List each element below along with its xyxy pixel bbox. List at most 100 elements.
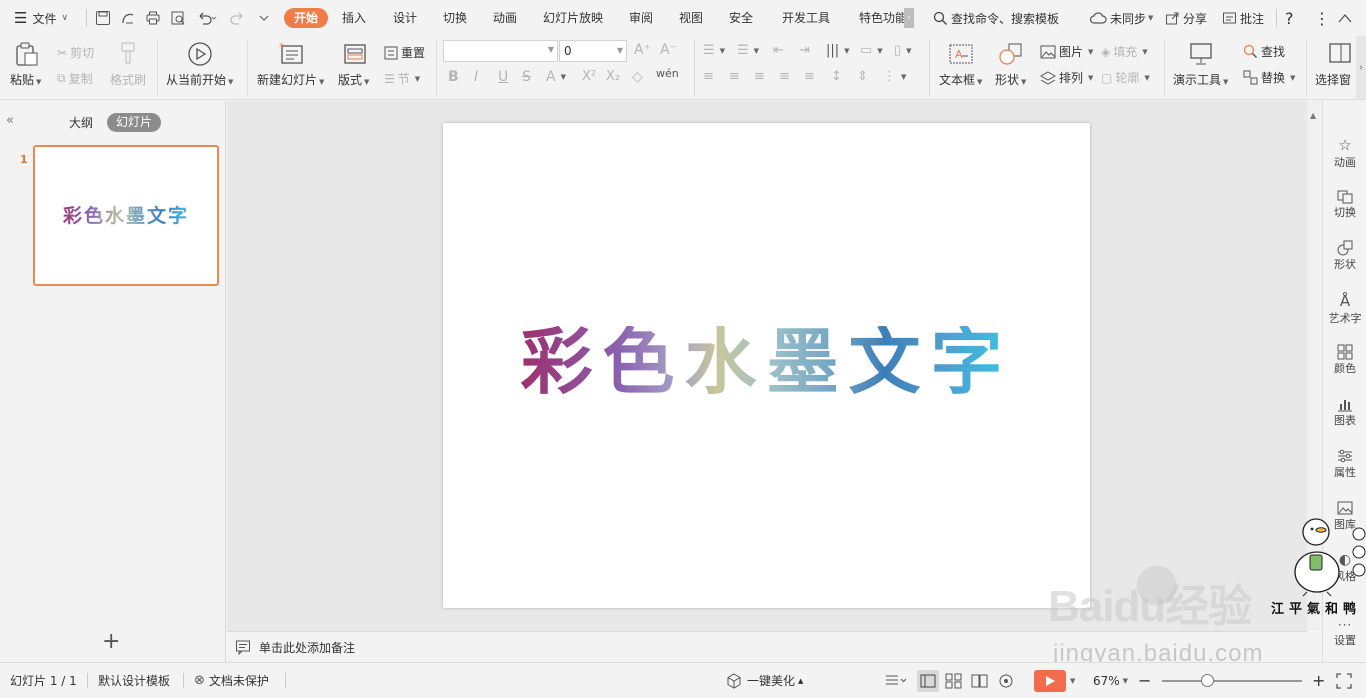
slide-sorter-icon[interactable] — [945, 663, 963, 698]
template-name[interactable]: 默认设计模板 — [98, 663, 170, 698]
print-icon[interactable] — [145, 0, 161, 36]
tab-home[interactable]: 开始 — [284, 8, 329, 28]
tab-transition[interactable]: 切换 — [443, 8, 467, 28]
decrease-indent-icon[interactable]: ⇤ — [773, 43, 784, 58]
more-icon[interactable]: ⋮ — [1314, 0, 1330, 36]
arrange-button[interactable]: 排列 ▼ — [1040, 69, 1093, 86]
layout-button[interactable]: 版式 ▼ — [338, 41, 369, 88]
sidebar-animation[interactable]: ☆ 动画 — [1323, 136, 1366, 170]
fill-button[interactable]: ◈ 填充 ▼ — [1101, 43, 1148, 60]
align-left-icon[interactable]: ≡ — [703, 69, 714, 84]
sidebar-wordart[interactable]: Å 艺术字 — [1323, 292, 1366, 326]
collapse-ribbon-icon[interactable] — [1338, 0, 1352, 36]
align-text-icon[interactable]: ▭ ▼ — [860, 43, 883, 58]
increase-font-icon[interactable]: A⁺ — [634, 42, 651, 58]
subscript-icon[interactable]: X₂ — [606, 69, 620, 84]
sidebar-settings[interactable]: ··· 设置 — [1323, 618, 1366, 648]
textbox-button[interactable]: A 文本框 ▼ — [939, 41, 982, 88]
section-button[interactable]: ☰ 节 ▼ — [384, 70, 420, 87]
italic-icon[interactable]: I — [474, 69, 478, 85]
reading-view-icon[interactable] — [971, 663, 989, 698]
superscript-icon[interactable]: X² — [582, 69, 596, 84]
redo-icon[interactable] — [230, 0, 246, 36]
zoom-slider[interactable] — [1162, 674, 1302, 687]
numbered-list-icon[interactable]: ☰ ▼ — [737, 43, 759, 58]
scroll-up-icon[interactable]: ▲ — [1310, 111, 1316, 120]
outline-button[interactable]: ▢ 轮廓 ▼ — [1101, 69, 1150, 86]
zoom-level[interactable]: 67% ▼ — [1093, 663, 1128, 698]
decrease-font-icon[interactable]: A⁻ — [660, 42, 677, 58]
columns-icon[interactable]: ▯ ▼ — [894, 43, 912, 58]
help-icon[interactable]: ? — [1285, 0, 1294, 36]
zoom-in-icon[interactable]: + — [1312, 663, 1325, 698]
increase-indent-icon[interactable]: ⇥ — [799, 43, 810, 58]
align-right-icon[interactable]: ≡ — [754, 69, 765, 84]
underline-icon[interactable]: U — [498, 69, 508, 85]
notes-toggle-icon[interactable] — [885, 663, 907, 698]
slide-canvas[interactable]: 彩色水墨文字 — [443, 123, 1090, 608]
file-menu[interactable]: ☰ 文件 ∨ — [14, 0, 68, 36]
tab-scroll-right-icon[interactable]: › — [904, 8, 914, 28]
customize-toolbar-icon[interactable] — [258, 0, 270, 36]
bold-icon[interactable]: B — [448, 69, 459, 85]
comment-button[interactable]: 批注 — [1222, 0, 1264, 36]
tab-outline[interactable]: 大纲 — [69, 114, 93, 131]
sidebar-properties[interactable]: 属性 — [1323, 448, 1366, 480]
slide-thumbnail[interactable]: 彩色水墨文字 — [33, 145, 219, 286]
zoom-out-icon[interactable]: − — [1138, 663, 1151, 698]
sidebar-color[interactable]: 颜色 — [1323, 344, 1366, 376]
phonetic-icon[interactable]: wén — [656, 67, 679, 80]
normal-view-icon[interactable] — [917, 663, 939, 698]
tab-slides[interactable]: 幻灯片 — [107, 113, 162, 132]
tab-review[interactable]: 审阅 — [629, 8, 653, 28]
paste-button[interactable]: 粘贴 ▼ — [10, 41, 41, 88]
tab-special[interactable]: 特色功能 — [859, 8, 905, 28]
document-protection[interactable]: ⊗ 文档未保护 — [194, 663, 269, 698]
clear-format-icon[interactable]: ◇ — [632, 69, 643, 85]
tab-design[interactable]: 设计 — [393, 8, 417, 28]
tab-insert[interactable]: 插入 — [342, 8, 366, 28]
tab-developer[interactable]: 开发工具 — [782, 8, 830, 28]
present-tools-button[interactable]: 演示工具 ▼ — [1173, 41, 1228, 88]
tab-animation[interactable]: 动画 — [493, 8, 517, 28]
sync-status[interactable]: 未同步 ▼ — [1090, 0, 1153, 36]
font-color-icon[interactable]: A ▼ — [546, 69, 566, 85]
sidebar-chart[interactable]: 图表 — [1323, 396, 1366, 428]
sidebar-shape[interactable]: 形状 — [1323, 240, 1366, 272]
find-button[interactable]: 查找 — [1243, 43, 1285, 60]
undo-icon[interactable] — [196, 0, 218, 36]
paragraph-spacing-icon[interactable]: ⇕ — [857, 69, 868, 84]
new-slide-button[interactable]: * 新建幻灯片 ▼ — [257, 41, 324, 88]
line-spacing-icon[interactable]: ↕ — [831, 69, 842, 84]
collapse-panel-icon[interactable]: « — [6, 113, 14, 128]
sidebar-transition[interactable]: 切换 — [1323, 188, 1366, 220]
play-slideshow-button[interactable]: ▼ — [1034, 663, 1075, 698]
tab-security[interactable]: 安全 — [729, 8, 753, 28]
tab-view[interactable]: 视图 — [679, 8, 703, 28]
slide-title[interactable]: 彩色水墨文字 — [520, 326, 1012, 398]
print-preview-icon[interactable] — [170, 0, 186, 36]
strikethrough-icon[interactable]: S — [522, 69, 531, 85]
format-painter-button[interactable]: 格式刷 — [110, 41, 146, 88]
copy-button[interactable]: ⧉ 复制 — [57, 70, 93, 87]
bullet-list-icon[interactable]: ☰ ▼ — [703, 43, 725, 58]
add-slide-button[interactable]: + — [102, 629, 120, 654]
export-pdf-icon[interactable] — [120, 0, 136, 36]
distribute-icon[interactable]: ≡ — [804, 69, 815, 84]
cut-button[interactable]: ✂ 剪切 — [57, 44, 94, 61]
ribbon-scroll-right-icon[interactable]: › — [1356, 36, 1366, 99]
replace-button[interactable]: 替换 ▼ — [1243, 69, 1295, 86]
tab-slideshow[interactable]: 幻灯片放映 — [543, 8, 603, 28]
play-from-current-button[interactable]: 从当前开始 ▼ — [166, 41, 233, 88]
shape-button[interactable]: 形状 ▼ — [995, 41, 1026, 88]
more-paragraph-icon[interactable]: ⋮ ▼ — [883, 69, 906, 84]
text-direction-icon[interactable]: ||| ▼ — [826, 43, 850, 58]
reset-button[interactable]: 重置 — [384, 44, 425, 61]
align-center-icon[interactable]: ≡ — [729, 69, 740, 84]
select-pane-button[interactable]: 选择窗 — [1315, 41, 1353, 88]
picture-button[interactable]: 图片 ▼ — [1040, 43, 1093, 60]
font-size-select[interactable]: 0 ▼ — [559, 40, 627, 62]
zoom-slider-handle[interactable] — [1201, 674, 1214, 687]
search-command[interactable]: 查找命令、搜索模板 — [933, 0, 1059, 36]
font-family-select[interactable]: ▼ — [443, 40, 558, 62]
